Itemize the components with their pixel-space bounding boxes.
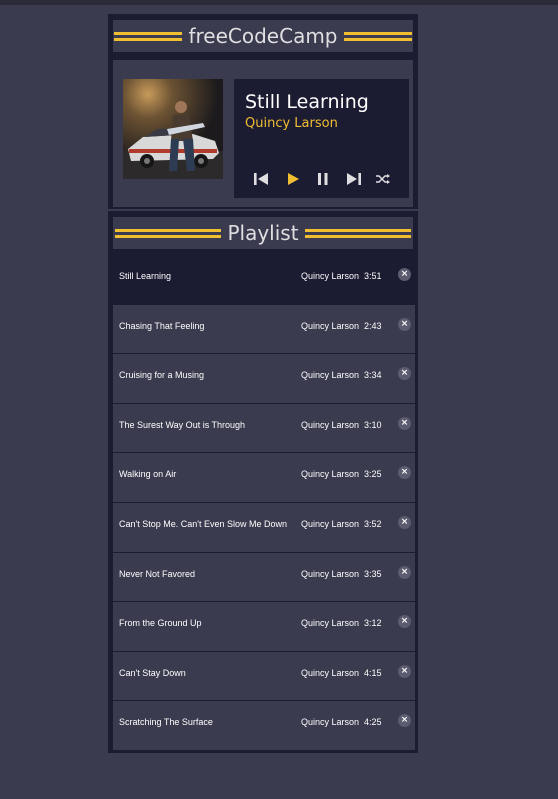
song-artist: Quincy Larson xyxy=(301,320,360,331)
song-duration: 3:51 xyxy=(364,271,382,281)
playlist-heading: Playlist xyxy=(227,221,299,245)
song-duration: 4:25 xyxy=(364,717,382,728)
current-song-title: Still Learning xyxy=(245,91,369,113)
close-icon[interactable]: × xyxy=(398,317,411,331)
brand-title: freeCodeCamp xyxy=(188,24,338,48)
close-icon[interactable]: × xyxy=(398,664,411,678)
player-panel: freeCodeCamp Still Learning Quincy Larso… xyxy=(108,14,418,209)
song-duration: 2:43 xyxy=(364,320,382,331)
window-top-strip xyxy=(0,0,558,5)
next-icon xyxy=(347,173,361,185)
next-button[interactable] xyxy=(343,170,363,188)
song-artist: Quincy Larson xyxy=(301,469,360,480)
pause-icon xyxy=(318,173,328,185)
song-artist: Quincy Larson xyxy=(301,717,360,728)
song-duration: 3:25 xyxy=(364,469,382,480)
playlist-song[interactable]: Can't Stay Down Quincy Larson 4:15 × xyxy=(113,651,415,702)
song-title: Cruising for a Musing xyxy=(119,370,205,381)
player-body: Still Learning Quincy Larson xyxy=(113,60,413,207)
close-icon[interactable]: × xyxy=(398,268,411,281)
song-artist: Quincy Larson xyxy=(301,518,360,529)
close-icon[interactable]: × xyxy=(398,615,411,629)
playlist-song[interactable]: Cruising for a Musing Quincy Larson 3:34 × xyxy=(113,354,415,404)
playlist-song[interactable]: From the Ground Up Quincy Larson 3:12 × xyxy=(113,602,415,652)
song-duration: 3:34 xyxy=(364,370,382,381)
song-artist: Quincy Larson xyxy=(301,271,360,281)
previous-icon xyxy=(254,173,268,185)
song-duration: 3:52 xyxy=(364,518,382,529)
song-artist: Quincy Larson xyxy=(301,618,360,629)
play-button[interactable] xyxy=(283,170,303,188)
playlist-song[interactable]: Can't Stop Me. Can't Even Slow Me Down Qu… xyxy=(113,502,415,553)
playlist-song[interactable]: Still Learning Quincy Larson 3:51 × xyxy=(113,255,415,305)
player-display: Still Learning Quincy Larson xyxy=(234,79,409,198)
playlist-song[interactable]: Never Not Favored Quincy Larson 3:35 × xyxy=(113,552,415,603)
song-duration: 3:12 xyxy=(364,618,382,629)
shuffle-button[interactable] xyxy=(373,170,393,188)
decorative-lines xyxy=(304,228,411,238)
decorative-lines xyxy=(343,31,412,41)
shuffle-icon xyxy=(376,174,390,184)
decorative-lines xyxy=(115,228,222,238)
decorative-lines xyxy=(114,31,183,41)
song-title: Chasing That Feeling xyxy=(119,320,205,331)
playlist-songs: Still Learning Quincy Larson 3:51 × Chasing … xyxy=(113,255,415,751)
close-icon[interactable]: × xyxy=(398,515,411,529)
playlist-panel: Playlist Still Learning Quincy Larson 3:51… xyxy=(108,211,418,753)
song-duration: 3:35 xyxy=(364,568,382,579)
song-artist: Quincy Larson xyxy=(301,568,360,579)
player-title-bar: freeCodeCamp xyxy=(113,20,413,52)
playlist-title-bar: Playlist xyxy=(113,217,413,249)
song-duration: 3:10 xyxy=(364,419,382,430)
close-icon[interactable]: × xyxy=(398,416,411,430)
song-artist: Quincy Larson xyxy=(301,370,360,381)
song-title: Can't Stop Me. Can't Even Slow Me Down xyxy=(119,518,288,529)
song-title: From the Ground Up xyxy=(119,618,202,629)
song-artist: Quincy Larson xyxy=(301,419,360,430)
pause-button[interactable] xyxy=(313,170,333,188)
player-controls xyxy=(252,170,394,188)
song-title: Never Not Favored xyxy=(119,568,196,579)
close-icon[interactable]: × xyxy=(398,367,411,381)
close-icon[interactable]: × xyxy=(398,466,411,480)
song-title: Walking on Air xyxy=(119,469,177,480)
playlist-song[interactable]: The Surest Way Out is Through Quincy Lars… xyxy=(113,403,415,454)
song-title: Can't Stay Down xyxy=(119,667,186,678)
current-song-artist: Quincy Larson xyxy=(245,116,338,131)
playlist-song[interactable]: Chasing That Feeling Quincy Larson 2:43 × xyxy=(113,304,415,355)
song-title: The Surest Way Out is Through xyxy=(119,419,246,430)
play-icon xyxy=(288,173,299,185)
song-artist: Quincy Larson xyxy=(301,667,360,678)
song-duration: 4:15 xyxy=(364,667,382,678)
close-icon[interactable]: × xyxy=(398,714,411,728)
playlist-song[interactable]: Walking on Air Quincy Larson 3:25 × xyxy=(113,453,415,503)
song-title: Scratching The Surface xyxy=(119,717,213,728)
close-icon[interactable]: × xyxy=(398,565,411,579)
song-title: Still Learning xyxy=(119,271,172,281)
previous-button[interactable] xyxy=(252,170,272,188)
playlist-song[interactable]: Scratching The Surface Quincy Larson 4:25 × xyxy=(113,701,415,751)
album-art xyxy=(123,79,223,179)
